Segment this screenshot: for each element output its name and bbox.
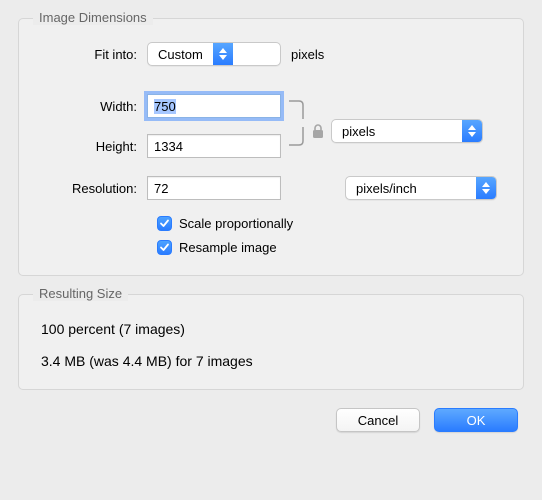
resample-image-checkbox[interactable]: Resample image: [157, 235, 505, 259]
scale-proportionally-checkbox[interactable]: Scale proportionally: [157, 211, 505, 235]
ok-button-label: OK: [467, 413, 486, 428]
resolution-row: Resolution: pixels/inch: [37, 173, 505, 203]
fit-into-label: Fit into:: [37, 47, 147, 62]
dimensions-unit-text: pixels: [332, 120, 462, 142]
fit-into-select[interactable]: Custom: [147, 42, 281, 66]
link-bracket: [287, 91, 309, 171]
height-row: Height:: [37, 131, 281, 161]
check-icon: [157, 216, 172, 231]
resolution-unit-select[interactable]: pixels/inch: [345, 176, 497, 200]
chevron-up-down-icon: [213, 43, 233, 65]
check-icon: [157, 240, 172, 255]
height-label: Height:: [37, 139, 147, 154]
result-percent-text: 100 percent (7 images): [41, 321, 505, 337]
width-row: Width:: [37, 91, 281, 121]
resolution-input[interactable]: [147, 176, 281, 200]
result-size-text: 3.4 MB (was 4.4 MB) for 7 images: [41, 353, 505, 369]
image-dimensions-title: Image Dimensions: [33, 10, 153, 25]
image-dimensions-group: Image Dimensions Fit into: Custom pixels…: [18, 18, 524, 276]
resample-image-label: Resample image: [179, 240, 277, 255]
resolution-label: Resolution:: [37, 181, 147, 196]
fit-into-unit-text: pixels: [281, 47, 324, 62]
ok-button[interactable]: OK: [434, 408, 518, 432]
width-label: Width:: [37, 99, 147, 114]
cancel-button[interactable]: Cancel: [336, 408, 420, 432]
width-input[interactable]: [147, 94, 281, 118]
resolution-unit-text: pixels/inch: [346, 177, 476, 199]
chevron-up-down-icon: [476, 177, 496, 199]
resulting-size-title: Resulting Size: [33, 286, 128, 301]
cancel-button-label: Cancel: [358, 413, 398, 428]
scale-proportionally-label: Scale proportionally: [179, 216, 293, 231]
dimensions-unit-select[interactable]: pixels: [331, 119, 483, 143]
resulting-size-group: Resulting Size 100 percent (7 images) 3.…: [18, 294, 524, 390]
fit-into-selected-text: Custom: [148, 43, 213, 65]
fit-into-row: Fit into: Custom pixels: [37, 39, 505, 69]
height-input[interactable]: [147, 134, 281, 158]
chevron-up-down-icon: [462, 120, 482, 142]
button-bar: Cancel OK: [18, 408, 524, 432]
lock-icon[interactable]: [309, 91, 331, 171]
